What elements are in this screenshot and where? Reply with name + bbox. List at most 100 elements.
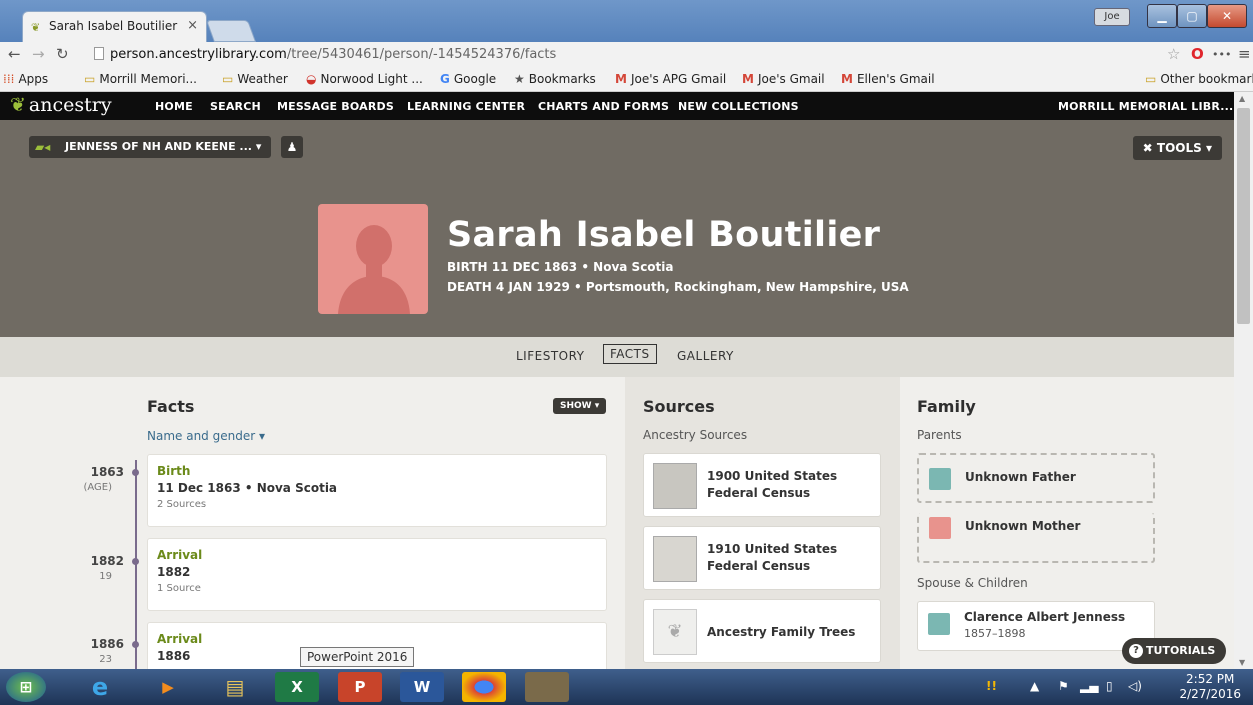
tab-close-icon[interactable]: × bbox=[187, 18, 198, 33]
show-button[interactable]: SHOW ▾ bbox=[553, 398, 607, 414]
fact-age: 19 bbox=[99, 571, 112, 582]
fact-date: 1882 bbox=[157, 565, 191, 579]
gmail-icon: M bbox=[841, 72, 853, 86]
new-tab-button[interactable] bbox=[205, 20, 257, 42]
photos-icon[interactable] bbox=[525, 672, 569, 702]
browser-tab[interactable]: ❦ Sarah Isabel Boutilier × bbox=[22, 11, 207, 42]
spouse-dates: 1857–1898 bbox=[964, 627, 1026, 640]
spouse-name: Clarence Albert Jenness bbox=[964, 610, 1126, 624]
bookmark-other[interactable]: ▭Other bookmarks bbox=[1145, 72, 1253, 86]
family-column: Family Parents Unknown Father Unknown Mo… bbox=[900, 377, 1234, 669]
folder-icon: ▭ bbox=[84, 72, 96, 86]
person-name: Sarah Isabel Boutilier bbox=[447, 215, 881, 255]
nav-message-boards[interactable]: MESSAGE BOARDS bbox=[277, 100, 394, 113]
page-scrollbar[interactable]: ▲ ▼ bbox=[1234, 92, 1253, 669]
bookmark-apps[interactable]: ⁞⁞⁞ Apps bbox=[3, 72, 48, 86]
back-arrow-icon[interactable]: ← bbox=[8, 45, 21, 63]
boat-icon: ◒ bbox=[306, 72, 317, 86]
chrome-icon[interactable] bbox=[462, 672, 506, 702]
tab-lifestory[interactable]: LIFESTORY bbox=[516, 349, 585, 363]
person-header: ▰◂ JENNESS OF NH AND KEENE ... ▾ ♟ ✖ TOO… bbox=[0, 120, 1234, 337]
source-card-1910-census[interactable]: 1910 United States Federal Census bbox=[643, 526, 881, 590]
address-bar[interactable]: person.ancestrylibrary.com/tree/5430461/… bbox=[94, 44, 1099, 66]
nav-search[interactable]: SEARCH bbox=[210, 100, 261, 113]
reload-icon[interactable]: ↻ bbox=[56, 45, 69, 63]
fact-date: 1886 bbox=[157, 649, 191, 663]
network-icon[interactable]: ▂▄ bbox=[1080, 679, 1098, 693]
ancestry-sources-label: Ancestry Sources bbox=[643, 428, 748, 442]
power-icon[interactable]: ▯ bbox=[1106, 679, 1113, 693]
tree-selector[interactable]: ▰◂ JENNESS OF NH AND KEENE ... ▾ bbox=[29, 136, 272, 158]
source-card-1900-census[interactable]: 1900 United States Federal Census bbox=[643, 453, 881, 517]
forward-arrow-icon[interactable]: → bbox=[32, 45, 45, 63]
wrench-icon: ✖ bbox=[1142, 141, 1157, 155]
facts-heading: Facts bbox=[147, 397, 195, 416]
file-explorer-icon[interactable]: ▤ bbox=[213, 672, 257, 702]
taskbar-tooltip: PowerPoint 2016 bbox=[300, 647, 415, 667]
chevron-down-icon: ▾ bbox=[591, 401, 600, 411]
bookmark-google[interactable]: G Google bbox=[440, 72, 496, 86]
start-button-icon[interactable]: ⊞ bbox=[6, 672, 46, 702]
ancestry-nav: ❦ ancestry HOME SEARCH MESSAGE BOARDS LEA… bbox=[0, 92, 1234, 120]
nav-charts-forms[interactable]: CHARTS AND FORMS bbox=[538, 100, 669, 113]
tutorials-button[interactable]: ? TUTORIALS bbox=[1122, 638, 1226, 664]
add-father-box[interactable]: Unknown Father bbox=[917, 453, 1155, 503]
parents-label: Parents bbox=[917, 428, 962, 442]
excel-icon[interactable]: X bbox=[275, 672, 319, 702]
fact-title: Arrival bbox=[157, 632, 203, 646]
person-search-icon[interactable]: ♟ bbox=[281, 136, 303, 158]
minimize-button[interactable]: ▁ bbox=[1147, 4, 1177, 28]
show-hidden-icons[interactable]: ▲ bbox=[1030, 679, 1039, 693]
nav-library[interactable]: MORRILL MEMORIAL LIBR... bbox=[1058, 100, 1233, 113]
maximize-button[interactable]: ▢ bbox=[1177, 4, 1207, 28]
flag-icon[interactable]: ⚑ bbox=[1058, 679, 1069, 693]
bookmark-morrill[interactable]: ▭ Morrill Memori... bbox=[84, 72, 197, 86]
fact-date: 11 Dec 1863 • Nova Scotia bbox=[157, 481, 338, 495]
extension-icon[interactable]: ••• bbox=[1212, 48, 1231, 61]
scroll-up-icon[interactable]: ▲ bbox=[1239, 94, 1245, 103]
menu-icon[interactable]: ≡ bbox=[1238, 45, 1251, 63]
nav-learning-center[interactable]: LEARNING CENTER bbox=[407, 100, 525, 113]
folder-icon: ▭ bbox=[1145, 72, 1157, 86]
bookmark-ellen-gmail[interactable]: M Ellen's Gmail bbox=[841, 72, 935, 86]
system-clock[interactable]: 2:52 PM 2/27/2016 bbox=[1179, 672, 1241, 702]
nav-new-collections[interactable]: NEW COLLECTIONS bbox=[678, 100, 799, 113]
tools-button[interactable]: ✖ TOOLS ▾ bbox=[1132, 136, 1222, 160]
bookmark-norwood[interactable]: ◒ Norwood Light ... bbox=[306, 72, 423, 86]
timeline-dot bbox=[132, 558, 139, 565]
fact-card-birth[interactable]: Birth 11 Dec 1863 • Nova Scotia 2 Source… bbox=[147, 454, 607, 527]
ancestry-logo[interactable]: ❦ ancestry bbox=[10, 94, 112, 116]
bookmark-joe-gmail[interactable]: M Joe's Gmail bbox=[742, 72, 825, 86]
male-avatar-icon bbox=[928, 613, 950, 635]
scroll-down-icon[interactable]: ▼ bbox=[1239, 658, 1245, 667]
tab-facts[interactable]: FACTS bbox=[603, 344, 657, 364]
bookmark-weather[interactable]: ▭ Weather bbox=[222, 72, 288, 86]
tab-gallery[interactable]: GALLERY bbox=[677, 349, 734, 363]
bookmark-star-icon[interactable]: ☆ bbox=[1167, 45, 1180, 63]
internet-explorer-icon[interactable]: e bbox=[78, 672, 122, 702]
name-gender-toggle[interactable]: Name and gender ▾ bbox=[147, 429, 265, 443]
add-mother-box[interactable]: Unknown Mother bbox=[917, 513, 1155, 563]
gmail-icon: M bbox=[615, 72, 627, 86]
spouse-card[interactable]: Clarence Albert Jenness 1857–1898 bbox=[917, 601, 1155, 651]
bookmark-apg-gmail[interactable]: M Joe's APG Gmail bbox=[615, 72, 726, 86]
census-thumbnail bbox=[653, 536, 697, 582]
close-window-button[interactable]: ✕ bbox=[1207, 4, 1247, 28]
female-silhouette-avatar[interactable] bbox=[318, 204, 428, 314]
google-icon: G bbox=[440, 72, 450, 86]
scroll-thumb[interactable] bbox=[1237, 108, 1250, 324]
fact-card-arrival[interactable]: Arrival 1882 1 Source bbox=[147, 538, 607, 611]
browser-toolbar: ← → ↻ person.ancestrylibrary.com/tree/54… bbox=[0, 42, 1253, 68]
nav-home[interactable]: HOME bbox=[155, 100, 193, 113]
media-player-icon[interactable]: ▶ bbox=[146, 672, 190, 702]
word-icon[interactable]: W bbox=[400, 672, 444, 702]
user-profile-badge[interactable]: Joe bbox=[1094, 8, 1130, 26]
ancestry-favicon-icon: ❦ bbox=[31, 21, 41, 34]
powerpoint-icon[interactable]: P bbox=[338, 672, 382, 702]
page-icon bbox=[94, 47, 104, 60]
source-card-family-trees[interactable]: ❦ Ancestry Family Trees bbox=[643, 599, 881, 663]
opera-icon[interactable]: O bbox=[1191, 45, 1204, 63]
action-center-icon[interactable]: !! bbox=[986, 679, 997, 693]
volume-icon[interactable]: ◁) bbox=[1128, 679, 1142, 693]
bookmark-bookmarks[interactable]: ★ Bookmarks bbox=[514, 72, 596, 86]
